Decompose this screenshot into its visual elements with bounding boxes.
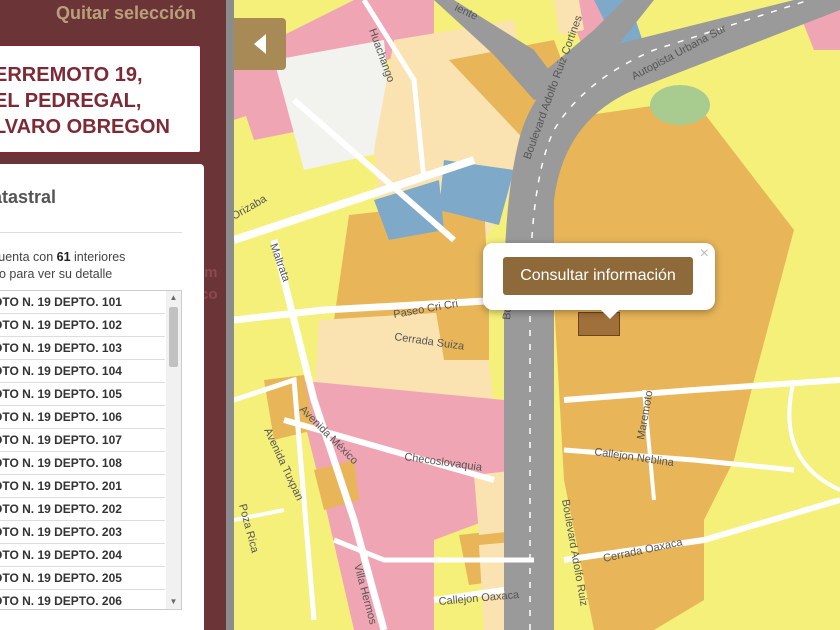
- instruction-text: no para ver su detalle: [0, 267, 113, 281]
- units-list[interactable]: OTO N. 19 DEPTO. 101 OTO N. 19 DEPTO. 10…: [0, 290, 182, 610]
- close-icon[interactable]: ×: [700, 245, 709, 263]
- unit-row[interactable]: OTO N. 19 DEPTO. 204: [0, 544, 165, 567]
- popup-pointer: [600, 309, 620, 319]
- map-canvas[interactable]: Orizaba Huachango Maltrata Paseo Cri Cri…: [234, 0, 840, 630]
- interior-count-text: cuenta con 61 interiores: [0, 250, 126, 264]
- unit-row[interactable]: OTO N. 19 DEPTO. 105: [0, 383, 165, 406]
- consult-info-button[interactable]: Consultar información: [503, 257, 693, 295]
- section-heading: atastral: [0, 187, 57, 207]
- clear-selection-button[interactable]: Quitar selección: [56, 3, 196, 24]
- map-popup: × Consultar información: [483, 243, 715, 310]
- unit-row[interactable]: OTO N. 19 DEPTO. 206: [0, 590, 165, 609]
- unit-row[interactable]: OTO N. 19 DEPTO. 104: [0, 360, 165, 383]
- property-title-card: ERREMOTO 19, EL PEDREGAL, LVARO OBREGON: [0, 44, 202, 154]
- unit-row[interactable]: OTO N. 19 DEPTO. 205: [0, 567, 165, 590]
- side-panel: im co Quitar selección ERREMOTO 19, EL PE…: [0, 0, 234, 630]
- unit-row[interactable]: OTO N. 19 DEPTO. 202: [0, 498, 165, 521]
- title-line-2: EL PEDREGAL,: [0, 90, 142, 112]
- cadastral-info-card: atastral cuenta con 61 interiores no par…: [0, 164, 204, 630]
- list-scrollbar[interactable]: ▲ ▼: [166, 291, 181, 609]
- unit-row[interactable]: OTO N. 19 DEPTO. 107: [0, 429, 165, 452]
- unit-row[interactable]: OTO N. 19 DEPTO. 101: [0, 291, 165, 314]
- title-line-3: LVARO OBREGON: [0, 116, 170, 138]
- divider: [0, 232, 182, 233]
- interior-count: 61: [56, 250, 71, 264]
- unit-row[interactable]: OTO N. 19 DEPTO. 108: [0, 452, 165, 475]
- panel-edge: [226, 0, 234, 630]
- unit-row[interactable]: OTO N. 19 DEPTO. 106: [0, 406, 165, 429]
- chevron-left-icon: [254, 34, 266, 54]
- unit-row[interactable]: OTO N. 19 DEPTO. 102: [0, 314, 165, 337]
- collapse-panel-button[interactable]: [234, 18, 286, 70]
- unit-row[interactable]: OTO N. 19 DEPTO. 103: [0, 337, 165, 360]
- map-layer: Orizaba Huachango Maltrata Paseo Cri Cri…: [234, 0, 840, 630]
- scroll-up-icon[interactable]: ▲: [166, 291, 181, 305]
- unit-row[interactable]: OTO N. 19 DEPTO. 201: [0, 475, 165, 498]
- scroll-down-icon[interactable]: ▼: [166, 595, 181, 609]
- scroll-thumb[interactable]: [169, 307, 178, 367]
- unit-row[interactable]: OTO N. 19 DEPTO. 203: [0, 521, 165, 544]
- title-line-1: ERREMOTO 19,: [0, 64, 143, 86]
